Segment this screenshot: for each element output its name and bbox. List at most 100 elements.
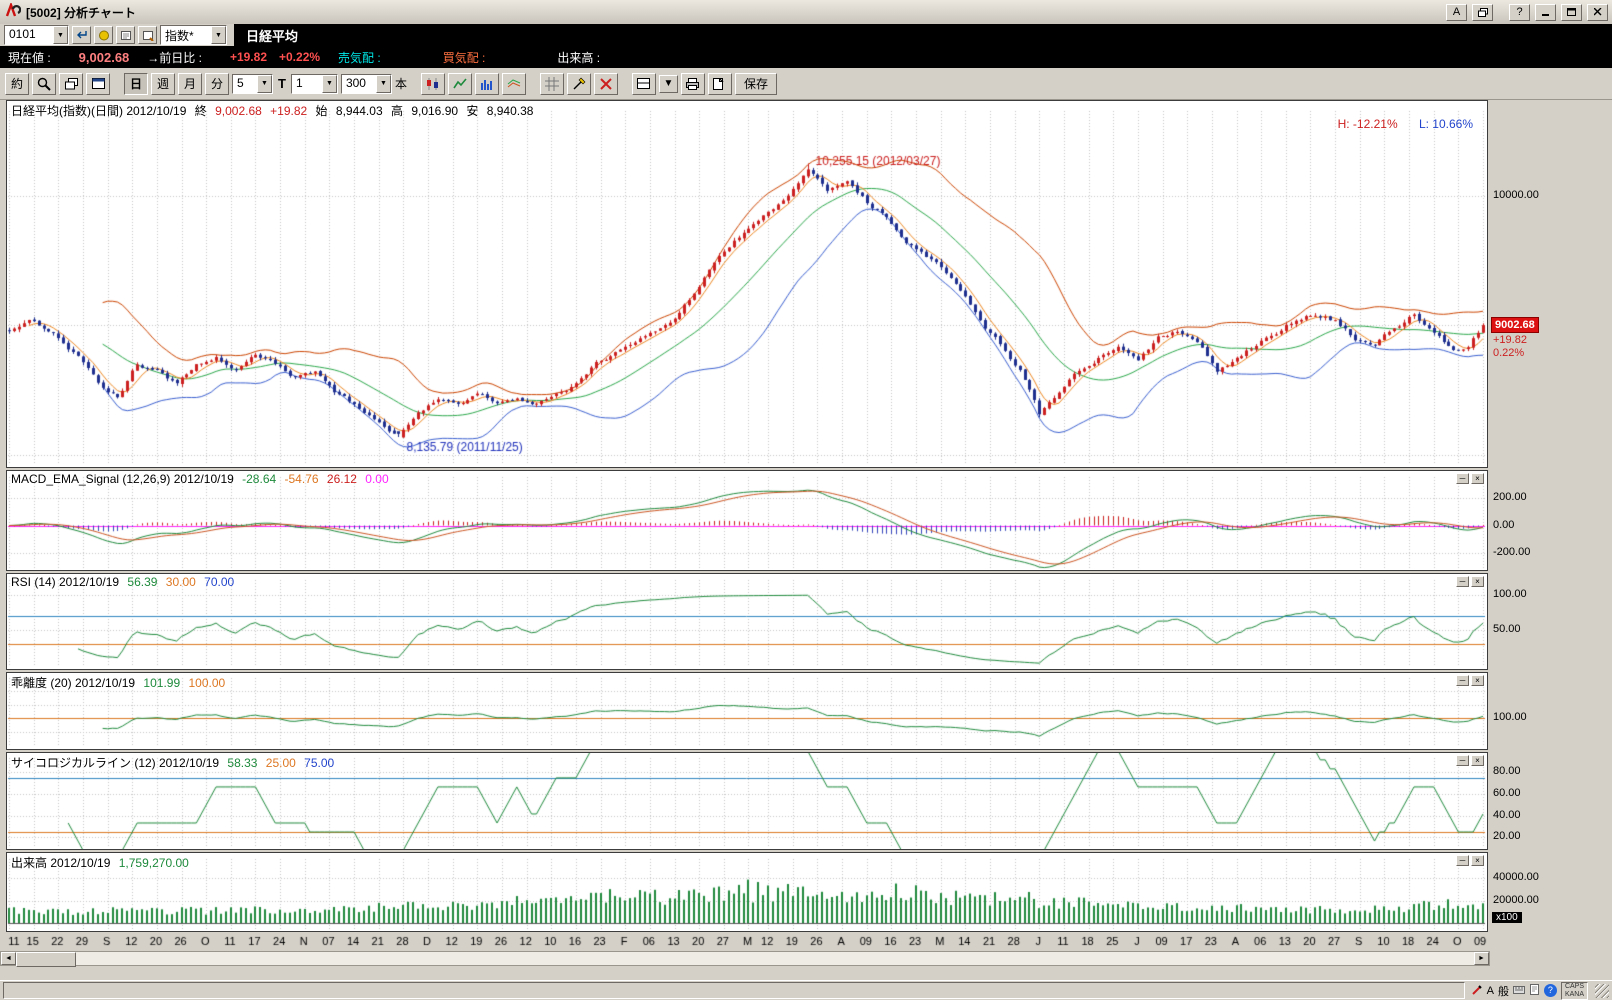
index-select-dropdown-button[interactable]: ▼ — [211, 26, 226, 44]
symbol-code-input[interactable]: 0101 — [5, 26, 53, 44]
ime-dictionary-icon[interactable] — [1529, 984, 1540, 998]
ime-tools-icon[interactable] — [1513, 984, 1525, 998]
unit-dropdown-button[interactable]: ▼ — [322, 75, 337, 93]
candlestick-type-button[interactable] — [421, 73, 445, 95]
new-window-button[interactable] — [86, 73, 110, 95]
indicator-settings-button[interactable] — [502, 73, 526, 95]
window-title: [5002] 分析チャート — [26, 4, 136, 21]
bar-count-combo[interactable]: 300 ▼ — [341, 74, 392, 94]
memo-button[interactable] — [116, 26, 135, 44]
font-size-button[interactable]: A — [1446, 4, 1467, 21]
axis-label: 100.00 — [1493, 588, 1527, 600]
register-button[interactable] — [138, 26, 157, 44]
open-label: 始 — [316, 104, 328, 118]
zoom-button[interactable] — [32, 73, 56, 95]
panel-minimize-button[interactable]: ─ — [1456, 473, 1469, 484]
unit-value: 1 — [292, 75, 322, 93]
axis-label: 40.00 — [1493, 809, 1521, 821]
axis-label: 0.22% — [1493, 347, 1524, 359]
period-daily-button[interactable]: 日 — [124, 73, 148, 95]
kana-indicator: KANA — [1565, 991, 1584, 999]
save-button[interactable]: 保存 — [735, 73, 777, 95]
favorites-button[interactable] — [94, 26, 113, 44]
panel-minimize-button[interactable]: ─ — [1456, 576, 1469, 587]
ime-toolbar[interactable]: A 般 ? CAPS KANA — [1468, 982, 1592, 999]
change-value: +19.82 — [270, 104, 307, 118]
panel-close-button[interactable]: × — [1471, 755, 1484, 766]
unit-combo[interactable]: 1 ▼ — [291, 74, 338, 94]
scroll-left-button[interactable]: ◄ — [1, 952, 16, 965]
bar-count-dropdown-button[interactable]: ▼ — [376, 75, 391, 93]
interval-dropdown-button[interactable]: ▼ — [257, 75, 272, 93]
chart-toolbar: 約 日 週 月 分 5 ▼ T 1 ▼ 300 ▼ 本 — [0, 68, 1612, 100]
layout-dropdown-button[interactable]: ▼ — [659, 75, 678, 93]
ime-mode[interactable]: A — [1487, 985, 1494, 997]
panel-close-button[interactable]: × — [1471, 675, 1484, 686]
volume-label: 出来高 : — [557, 49, 600, 66]
horizontal-scrollbar[interactable]: ◄ ► — [0, 951, 1490, 966]
interval-combo[interactable]: 5 ▼ — [232, 74, 273, 94]
high-low-stats: H: -12.21% L: 10.66% — [1320, 117, 1473, 131]
axis-label: 60.00 — [1493, 787, 1521, 799]
ime-kind[interactable]: 般 — [1498, 983, 1509, 999]
line-chart-type-button[interactable] — [448, 73, 472, 95]
status-message-field — [3, 982, 1465, 999]
panel-minimize-button[interactable]: ─ — [1456, 675, 1469, 686]
psychological-lower-value: 25.00 — [266, 756, 296, 770]
draw-line-button[interactable] — [567, 73, 591, 95]
psychological-value: 58.33 — [227, 756, 257, 770]
rsi-title: RSI (14) 2012/10/19 — [11, 575, 119, 589]
export-button[interactable] — [708, 73, 732, 95]
rsi-lower-value: 30.00 — [166, 575, 196, 589]
symbol-name: 日経平均 — [246, 26, 298, 45]
copy-chart-button[interactable] — [59, 73, 83, 95]
deviation-panel: 乖離度 (20) 2012/10/19 101.99 100.00 ─ × — [6, 672, 1488, 750]
psychological-title: サイコロジカルライン (12) 2012/10/19 — [11, 756, 219, 770]
layout-button[interactable] — [632, 73, 656, 95]
panel-close-button[interactable]: × — [1471, 473, 1484, 484]
symbol-banner: 日経平均 — [234, 24, 1612, 46]
analysis-chart-window: [5002] 分析チャート A ? 0101 ▼ — [0, 0, 1612, 1000]
symbol-code-dropdown-button[interactable]: ▼ — [53, 26, 68, 44]
panel-close-button[interactable]: × — [1471, 576, 1484, 587]
current-price: 9,002.68 — [79, 50, 130, 65]
panel-minimize-button[interactable]: ─ — [1456, 755, 1469, 766]
close-label: 終 — [195, 104, 207, 118]
low-label: 安 — [466, 104, 478, 118]
axis-label: 100.00 — [1493, 711, 1527, 723]
price-change-percent: +0.22% — [279, 50, 320, 64]
app-logo-icon — [4, 3, 21, 21]
period-weekly-button[interactable]: 週 — [151, 73, 175, 95]
period-minute-button[interactable]: 分 — [205, 73, 229, 95]
axis-label: 20000.00 — [1493, 894, 1539, 906]
volume-title: 出来高 2012/10/19 — [11, 856, 110, 870]
ime-help-icon[interactable]: ? — [1544, 984, 1557, 997]
symbol-code-combo[interactable]: 0101 ▼ — [4, 25, 69, 45]
axis-label: -200.00 — [1493, 546, 1530, 558]
panel-minimize-button[interactable]: ─ — [1456, 855, 1469, 866]
recall-button[interactable] — [72, 26, 91, 44]
axis-label: 20.00 — [1493, 830, 1521, 842]
period-monthly-button[interactable]: 月 — [178, 73, 202, 95]
interval-value: 5 — [233, 75, 257, 93]
resize-grip[interactable] — [1595, 984, 1609, 998]
grid-toggle-button[interactable] — [540, 73, 564, 95]
psychological-panel: サイコロジカルライン (12) 2012/10/19 58.33 25.00 7… — [6, 752, 1488, 850]
axis-label: 40000.00 — [1493, 871, 1539, 883]
print-button[interactable] — [681, 73, 705, 95]
bars-unit-label: 本 — [395, 75, 407, 92]
volume-panel: 出来高 2012/10/19 1,759,270.00 ─ × — [6, 852, 1488, 932]
scrollbar-thumb[interactable] — [16, 952, 76, 967]
volume-chart[interactable] — [7, 853, 1487, 931]
erase-drawing-button[interactable] — [594, 73, 618, 95]
scrollbar-track[interactable] — [76, 952, 1474, 965]
rsi-panel: RSI (14) 2012/10/19 56.39 30.00 70.00 ─ … — [6, 573, 1488, 670]
high-percent-stat: H: -12.21% — [1338, 117, 1398, 131]
index-select-combo[interactable]: 指数* ▼ — [160, 25, 227, 45]
current-price-marker: 9002.68 — [1491, 317, 1539, 333]
price-chart[interactable] — [7, 101, 1487, 467]
panel-close-button[interactable]: × — [1471, 855, 1484, 866]
scroll-right-button[interactable]: ► — [1474, 952, 1489, 965]
execution-button[interactable]: 約 — [5, 73, 29, 95]
bar-chart-type-button[interactable] — [475, 73, 499, 95]
